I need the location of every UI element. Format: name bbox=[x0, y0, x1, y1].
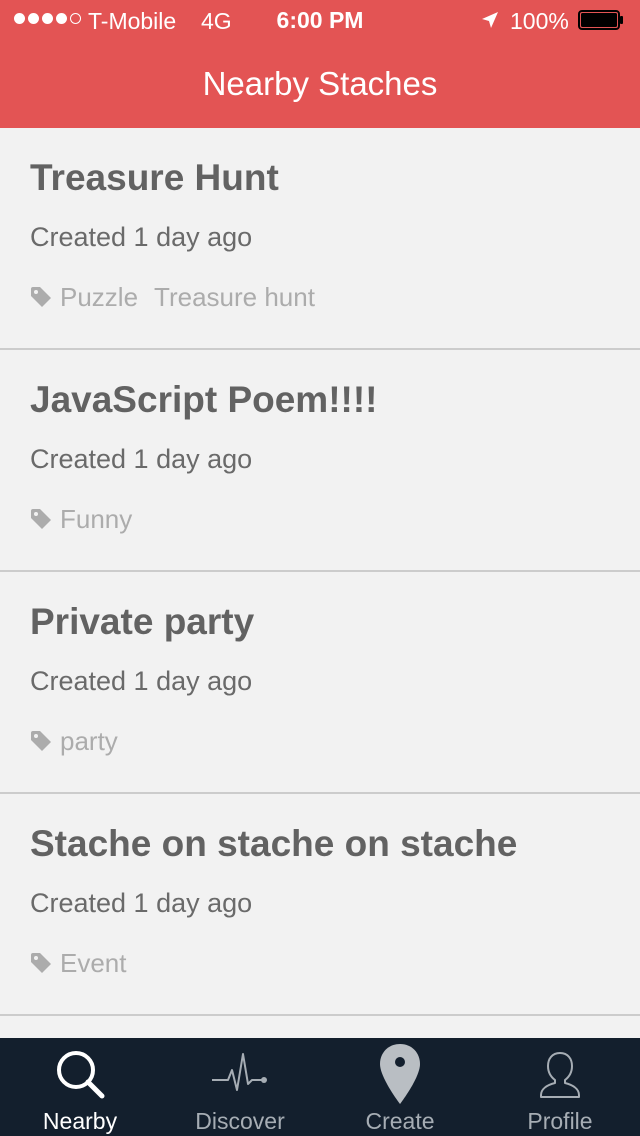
battery-icon bbox=[578, 10, 623, 30]
tab-profile[interactable]: Profile bbox=[480, 1038, 640, 1136]
tab-label: Create bbox=[365, 1108, 435, 1134]
stache-created-label: Created 1 day ago bbox=[30, 666, 253, 696]
stache-tags: Funny bbox=[30, 502, 148, 536]
stache-created-label: Created 1 day ago bbox=[30, 444, 253, 474]
nav-header: T-Mobile 4G 6:00 PM 100% Nearby Staches bbox=[0, 0, 640, 128]
tab-bar: Nearby Discover Create Profile bbox=[0, 1038, 640, 1136]
battery-percent-label: 100% bbox=[510, 8, 569, 34]
tag-label: Event bbox=[60, 947, 127, 978]
stache-tags: Event bbox=[30, 946, 143, 980]
stache-list-item[interactable]: Treasure Hunt Created 1 day ago Puzzle T… bbox=[0, 128, 640, 350]
location-arrow-icon bbox=[482, 12, 498, 28]
stache-tags: Puzzle Treasure hunt bbox=[30, 280, 331, 314]
tag-icon bbox=[31, 509, 51, 529]
stache-tags: party bbox=[30, 724, 134, 758]
tab-label: Discover bbox=[195, 1108, 285, 1134]
tab-nearby[interactable]: Nearby bbox=[0, 1038, 160, 1136]
stache-list[interactable]: Treasure Hunt Created 1 day ago Puzzle T… bbox=[0, 128, 640, 1038]
tag-label: Funny bbox=[60, 503, 133, 534]
tag-label: Puzzle bbox=[60, 281, 139, 312]
tab-discover[interactable]: Discover bbox=[160, 1038, 320, 1136]
stache-title: Stache on stache on stache bbox=[30, 823, 518, 864]
status-bar: T-Mobile 4G 6:00 PM 100% bbox=[0, 0, 640, 40]
list-item-peek[interactable] bbox=[0, 1016, 640, 1038]
stache-title: JavaScript Poem!!!! bbox=[30, 379, 378, 420]
person-icon bbox=[540, 1052, 580, 1098]
stache-list-item[interactable]: Private party Created 1 day ago party bbox=[0, 572, 640, 794]
tab-label: Profile bbox=[527, 1108, 593, 1134]
tag-icon bbox=[31, 953, 51, 973]
tag-icon bbox=[31, 731, 51, 751]
page-title: Nearby Staches bbox=[202, 65, 438, 102]
tab-label: Nearby bbox=[42, 1108, 118, 1134]
tag-label: Treasure hunt bbox=[154, 281, 315, 312]
pulse-icon bbox=[212, 1053, 267, 1091]
stache-list-item[interactable]: JavaScript Poem!!!! Created 1 day ago Fu… bbox=[0, 350, 640, 572]
tab-create[interactable]: Create bbox=[320, 1038, 480, 1136]
tag-icon bbox=[31, 287, 51, 307]
stache-title: Treasure Hunt bbox=[30, 157, 279, 198]
stache-list-item[interactable]: Stache on stache on stache Created 1 day… bbox=[0, 794, 640, 1016]
tag-label: party bbox=[60, 725, 118, 756]
search-icon bbox=[57, 1051, 105, 1099]
stache-created-label: Created 1 day ago bbox=[30, 222, 253, 252]
map-pin-icon bbox=[380, 1044, 420, 1104]
stache-title: Private party bbox=[30, 601, 255, 642]
stache-created-label: Created 1 day ago bbox=[30, 888, 253, 918]
app-screen: T-Mobile 4G 6:00 PM 100% Nearby Staches … bbox=[0, 0, 640, 1136]
